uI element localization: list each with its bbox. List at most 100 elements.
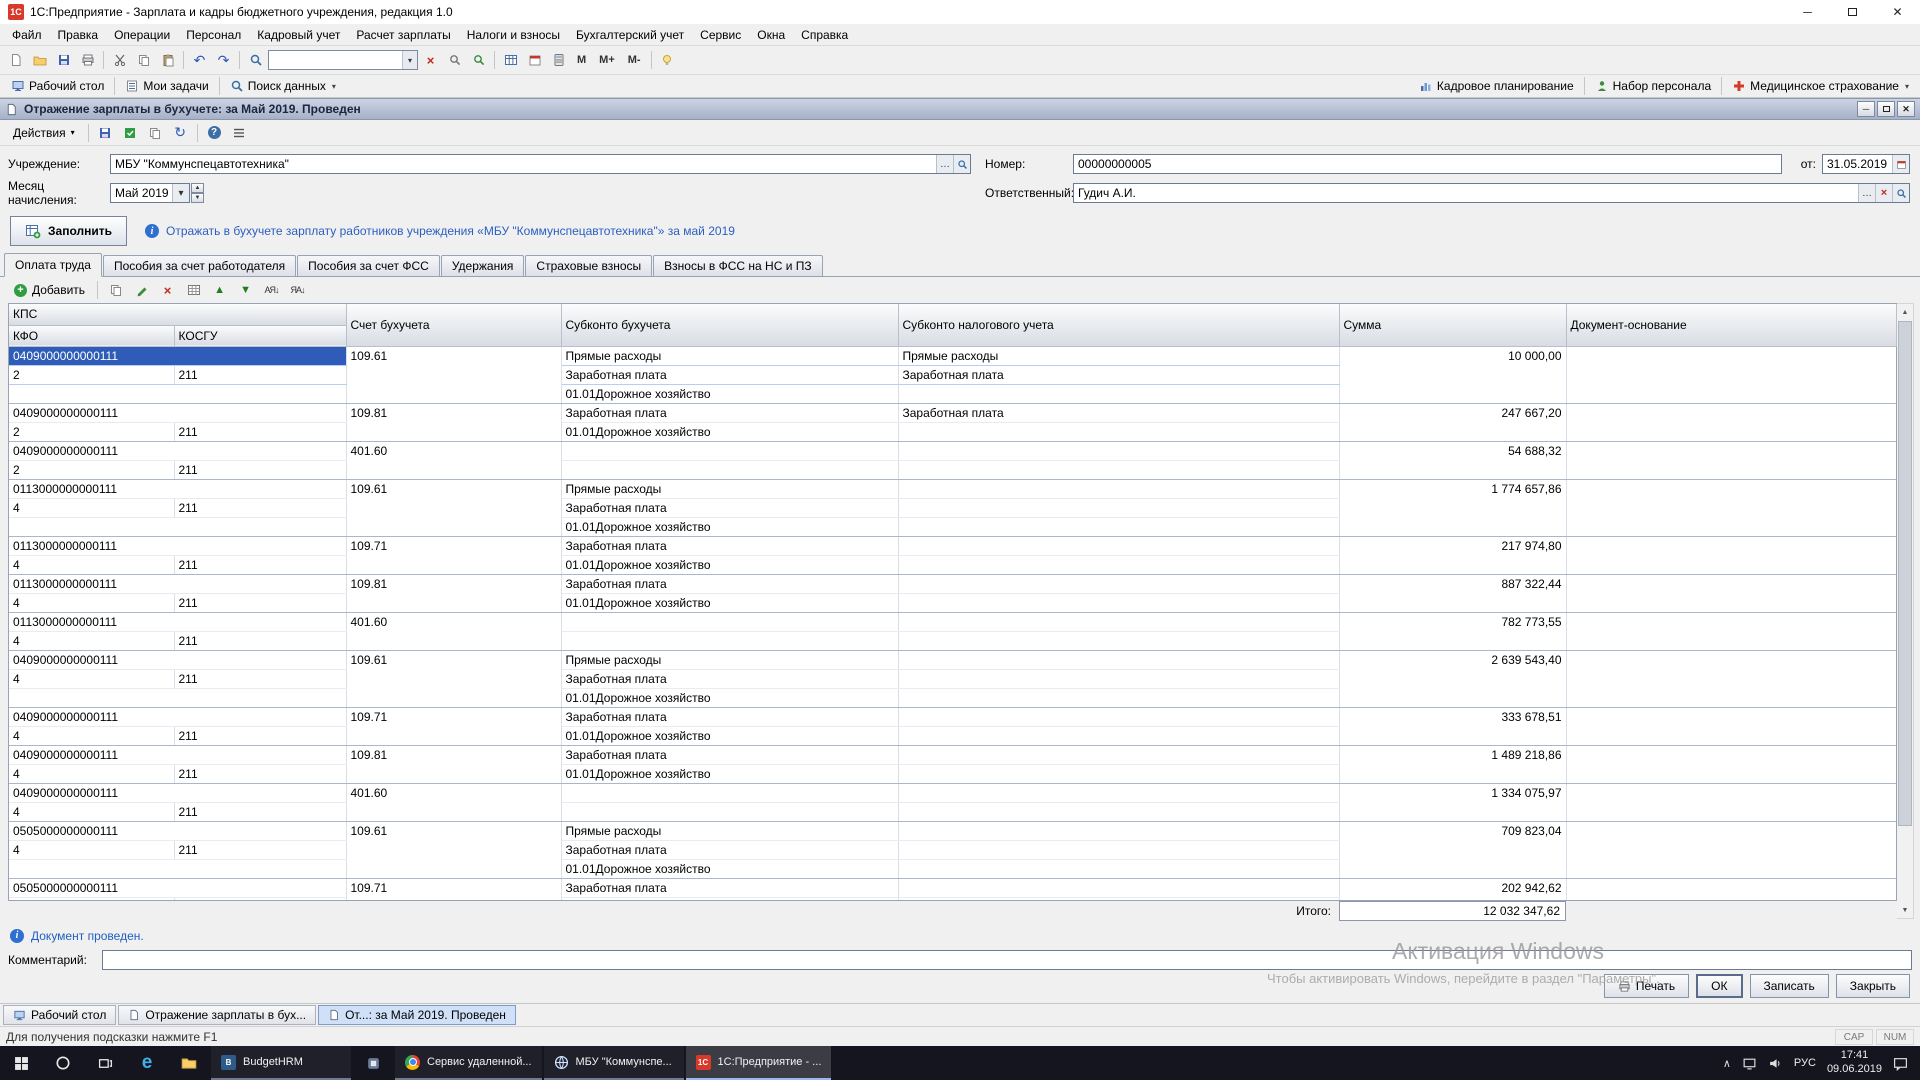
medical-insurance-button[interactable]: Медицинское страхование▾ bbox=[1725, 77, 1916, 95]
ellipsis-select-button[interactable]: … bbox=[936, 155, 953, 173]
print-button[interactable] bbox=[76, 49, 99, 71]
clear-search-button[interactable]: × bbox=[419, 49, 442, 71]
grid-settings-button[interactable] bbox=[182, 279, 205, 301]
calendar-button[interactable] bbox=[523, 49, 546, 71]
edit-row-button[interactable] bbox=[130, 279, 153, 301]
close-button[interactable]: ✕ bbox=[1875, 0, 1920, 24]
undo-button[interactable]: ↶ bbox=[188, 49, 211, 71]
table-row[interactable]: 0409000000000111109.61Прямые расходы2 63… bbox=[9, 651, 1896, 670]
open-button[interactable] bbox=[28, 49, 51, 71]
vertical-scrollbar[interactable]: ▲ ▼ bbox=[1897, 303, 1914, 919]
table-row[interactable]: 0113000000000111109.61Прямые расходы1 77… bbox=[9, 480, 1896, 499]
clear-field-icon[interactable]: × bbox=[1875, 184, 1892, 202]
menu-operations[interactable]: Операции bbox=[106, 25, 178, 45]
spin-up-icon[interactable]: ▲ bbox=[191, 183, 204, 193]
find-button[interactable] bbox=[244, 49, 267, 71]
taskbar-app-1c[interactable]: 1С1С:Предприятие - ... bbox=[686, 1046, 832, 1080]
sort-desc-button[interactable]: ЯА↓ bbox=[286, 279, 309, 301]
tips-button[interactable] bbox=[656, 49, 679, 71]
menu-service[interactable]: Сервис bbox=[692, 25, 749, 45]
col-header-kosgu[interactable]: КОСГУ bbox=[174, 325, 346, 346]
menu-windows[interactable]: Окна bbox=[749, 25, 793, 45]
date-field[interactable]: 31.05.2019 bbox=[1822, 154, 1910, 174]
col-header-kfo[interactable]: КФО bbox=[9, 325, 174, 346]
doc-refresh-button[interactable]: ↻ bbox=[169, 122, 192, 144]
recruiting-button[interactable]: Набор персонала bbox=[1588, 77, 1719, 95]
month-spinner[interactable]: ▲▼ bbox=[191, 183, 204, 203]
tab-deductions[interactable]: Удержания bbox=[441, 255, 525, 276]
institution-field[interactable]: МБУ "Коммунспецавтотехника" … bbox=[110, 154, 971, 174]
add-row-button[interactable]: +Добавить bbox=[8, 281, 91, 299]
tab-fss-benefits[interactable]: Пособия за счет ФСС bbox=[297, 255, 440, 276]
task-view-button[interactable] bbox=[84, 1046, 126, 1080]
accrual-month-field[interactable]: Май 2019 ▾ bbox=[110, 183, 190, 203]
col-header-amount[interactable]: Сумма bbox=[1339, 304, 1566, 346]
scroll-up-icon[interactable]: ▲ bbox=[1897, 304, 1913, 320]
copy-row-button[interactable] bbox=[104, 279, 127, 301]
tab-fss-accident[interactable]: Взносы в ФСС на НС и ПЗ bbox=[653, 255, 822, 276]
scroll-down-icon[interactable]: ▼ bbox=[1897, 902, 1913, 918]
doc-minimize-button[interactable]: ─ bbox=[1857, 101, 1875, 117]
minimize-button[interactable]: ─ bbox=[1785, 0, 1830, 24]
copy-button[interactable] bbox=[132, 49, 155, 71]
memory-minus-button[interactable]: М- bbox=[622, 49, 647, 71]
paste-button[interactable] bbox=[156, 49, 179, 71]
table-row[interactable]: 0409000000000111401.6054 688,32 bbox=[9, 442, 1896, 461]
fill-button[interactable]: Заполнить bbox=[10, 216, 127, 246]
delete-row-button[interactable]: × bbox=[156, 279, 179, 301]
close-doc-button[interactable]: Закрыть bbox=[1836, 974, 1910, 998]
tab-payment[interactable]: Оплата труда bbox=[4, 253, 102, 277]
find-next-button[interactable] bbox=[467, 49, 490, 71]
chevron-down-icon[interactable]: ▾ bbox=[172, 184, 189, 202]
notification-center-icon[interactable] bbox=[1893, 1056, 1908, 1071]
menu-file[interactable]: Файл bbox=[4, 25, 50, 45]
mdi-tab-document-1[interactable]: Отражение зарплаты в бух... bbox=[118, 1005, 316, 1025]
table-row[interactable]: 0409000000000111109.81Заработная платаЗа… bbox=[9, 404, 1896, 423]
col-header-subconto-accounting[interactable]: Субконто бухучета bbox=[561, 304, 898, 346]
spin-down-icon[interactable]: ▼ bbox=[191, 193, 204, 203]
table-row[interactable]: 0113000000000111109.71Заработная плата21… bbox=[9, 537, 1896, 556]
taskbar-app-mbu[interactable]: МБУ "Коммунспе... bbox=[544, 1046, 684, 1080]
volume-icon[interactable] bbox=[1768, 1056, 1783, 1071]
col-header-subconto-tax[interactable]: Субконто налогового учета bbox=[898, 304, 1339, 346]
table-row[interactable]: 0113000000000111109.81Заработная плата88… bbox=[9, 575, 1896, 594]
calculator-button[interactable] bbox=[547, 49, 570, 71]
doc-copy-button[interactable] bbox=[144, 122, 167, 144]
redo-button[interactable]: ↷ bbox=[212, 49, 235, 71]
memory-plus-button[interactable]: М+ bbox=[593, 49, 621, 71]
menu-edit[interactable]: Правка bbox=[50, 25, 107, 45]
new-document-button[interactable] bbox=[4, 49, 27, 71]
write-button[interactable]: Записать bbox=[1750, 974, 1829, 998]
memory-button[interactable]: М bbox=[571, 49, 592, 71]
table-row[interactable]: 0113000000000111401.60782 773,55 bbox=[9, 613, 1896, 632]
cut-button[interactable] bbox=[108, 49, 131, 71]
mdi-tab-desktop[interactable]: Рабочий стол bbox=[3, 1005, 116, 1025]
table-row[interactable]: 0409000000000111109.71Заработная плата33… bbox=[9, 708, 1896, 727]
col-header-kps[interactable]: КПС bbox=[9, 304, 346, 325]
col-header-account[interactable]: Счет бухучета bbox=[346, 304, 561, 346]
taskbar-app-budgethrm[interactable]: BBudgetHRM bbox=[211, 1046, 351, 1080]
doc-save-button[interactable] bbox=[94, 122, 117, 144]
tab-employer-benefits[interactable]: Пособия за счет работодателя bbox=[103, 255, 296, 276]
mdi-tab-document-2[interactable]: От...: за Май 2019. Проведен bbox=[318, 1005, 516, 1025]
tray-chevron-icon[interactable]: ∧ bbox=[1723, 1057, 1731, 1070]
table-row[interactable]: 0409000000000111401.601 334 075,97 bbox=[9, 784, 1896, 803]
file-explorer-icon[interactable] bbox=[168, 1046, 210, 1080]
data-search-button[interactable]: Поиск данных▾ bbox=[223, 77, 343, 95]
taskbar-app-remote[interactable]: Сервис удаленной... bbox=[395, 1046, 542, 1080]
pinned-app-icon[interactable] bbox=[352, 1046, 394, 1080]
find-prev-button[interactable] bbox=[443, 49, 466, 71]
print-button[interactable]: Печать bbox=[1604, 974, 1689, 998]
move-down-button[interactable]: ▼ bbox=[234, 279, 257, 301]
maximize-button[interactable] bbox=[1830, 0, 1875, 24]
doc-close-button[interactable]: ✕ bbox=[1897, 101, 1915, 117]
table-settings-button[interactable] bbox=[499, 49, 522, 71]
network-icon[interactable] bbox=[1742, 1056, 1757, 1071]
tab-insurance[interactable]: Страховые взносы bbox=[525, 255, 652, 276]
menu-help[interactable]: Справка bbox=[793, 25, 856, 45]
taskbar-clock[interactable]: 17:4109.06.2019 bbox=[1827, 1049, 1882, 1077]
open-lookup-icon[interactable] bbox=[1892, 184, 1909, 202]
start-button[interactable] bbox=[0, 1046, 42, 1080]
table-row[interactable]: 0505000000000111109.71Заработная плата20… bbox=[9, 879, 1896, 898]
table-row[interactable]: 0505000000000111109.61Прямые расходы709 … bbox=[9, 822, 1896, 841]
